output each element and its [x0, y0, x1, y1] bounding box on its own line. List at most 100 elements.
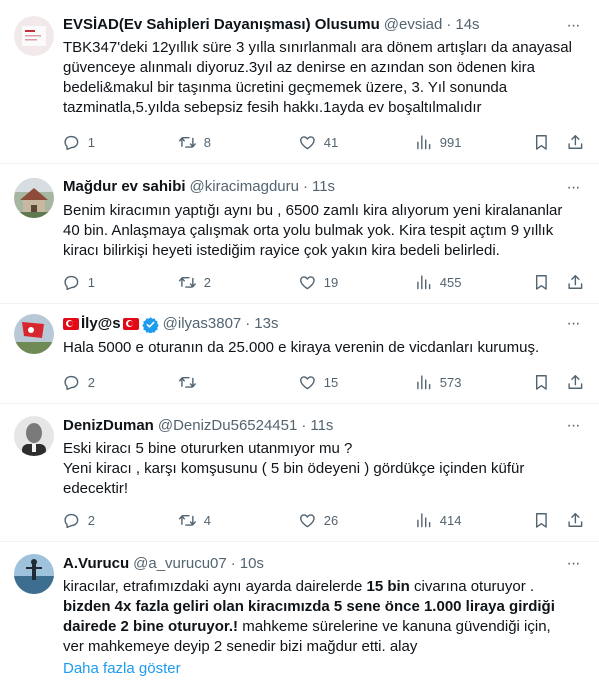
author-handle[interactable]: @ilyas3807: [163, 314, 242, 334]
text-segment: mahkeme sürelerine ve kanuna güvendiği i…: [238, 618, 551, 635]
more-icon[interactable]: ···: [563, 16, 583, 36]
reply-button[interactable]: 1: [62, 132, 95, 152]
separator: ·: [301, 417, 307, 434]
more-icon[interactable]: ···: [563, 178, 583, 198]
like-icon: [300, 375, 315, 389]
avatar[interactable]: [14, 554, 54, 594]
bookmark-button[interactable]: [532, 132, 551, 152]
share-icon: [568, 134, 583, 149]
author-handle[interactable]: @DenizDu56524451: [158, 416, 298, 436]
author-name[interactable]: Mağdur ev sahibi: [63, 177, 186, 197]
avatar[interactable]: [14, 314, 54, 354]
tweet-text: TBK347'deki 12yıllık süre 3 yılla sınırl…: [63, 38, 588, 118]
retweet-button[interactable]: 2: [178, 272, 211, 292]
tweet[interactable]: A.Vurucu @a_vurucu07 · 10s ··· kiracılar…: [0, 542, 599, 688]
author-handle[interactable]: @a_vurucu07: [133, 554, 227, 574]
tweet[interactable]: İly@s @ilyas3807 · 13s ··· Hala 5000 e o…: [0, 304, 599, 404]
like-button[interactable]: 26: [298, 510, 338, 530]
retweet-button[interactable]: [178, 372, 204, 392]
tweet[interactable]: Mağdur ev sahibi @kiracimagduru · 11s ··…: [0, 164, 599, 304]
tweet-text-line: ver mahkemeye deyip 2 senedir bizi mağdu…: [63, 638, 418, 655]
verified-badge-icon[interactable]: [141, 316, 159, 333]
reply-button[interactable]: 1: [62, 272, 95, 292]
tweet-text: kiracılar, etrafımızdaki aynı ayarda dai…: [63, 577, 588, 679]
reply-icon: [64, 513, 79, 528]
retweet-count: 8: [203, 134, 211, 150]
author-handle[interactable]: @kiracimagduru: [190, 177, 299, 197]
timeline-feed: EVSİAD(Ev Sahipleri Dayanışması) Olusumu…: [0, 0, 599, 688]
tweet-text-line: TBK347'deki 12yıllık süre 3 yılla sınırl…: [63, 39, 572, 56]
bookmark-icon: [535, 374, 547, 390]
separator: ·: [245, 315, 251, 332]
tweet-text-line: Eski kiracı 5 bine otururken utanmıyor m…: [63, 440, 353, 457]
more-icon[interactable]: ···: [563, 554, 583, 574]
author-name[interactable]: İly@s: [81, 314, 121, 334]
more-icon[interactable]: ···: [563, 416, 583, 436]
tweet-text: Benim kiracımın yaptığı aynı bu , 6500 z…: [63, 201, 588, 261]
author-name[interactable]: DenizDuman: [63, 416, 154, 436]
like-count: 41: [323, 134, 339, 150]
tweet-text-line: kiracılar, etrafımızdaki aynı ayarda dai…: [63, 577, 588, 597]
views-button[interactable]: 455: [414, 272, 461, 292]
retweet-count: 4: [203, 512, 211, 528]
retweet-button[interactable]: 4: [178, 510, 211, 530]
views-button[interactable]: 414: [414, 510, 461, 530]
views-button[interactable]: 573: [414, 372, 461, 392]
bookmark-icon: [535, 274, 547, 290]
like-button[interactable]: 15: [298, 372, 338, 392]
author-name[interactable]: EVSİAD(Ev Sahipleri Dayanışması) Olusumu: [63, 15, 380, 35]
like-count: 19: [323, 274, 339, 290]
reply-button[interactable]: 2: [62, 372, 95, 392]
text-segment: kiracılar, etrafımızdaki aynı ayarda dai…: [63, 578, 367, 595]
share-icon: [568, 374, 583, 389]
view-count: 573: [439, 374, 462, 390]
share-icon: [568, 512, 583, 527]
tweet-text-line: bizden 4x fazla geliri olan kiracımızda …: [63, 597, 588, 617]
avatar[interactable]: [14, 16, 54, 56]
tweet[interactable]: DenizDuman @DenizDu56524451 · 11s ··· Es…: [0, 404, 599, 542]
author-handle[interactable]: @evsiad: [384, 15, 443, 35]
tweet-text: Eski kiracı 5 bine otururken utanmıyor m…: [63, 439, 588, 499]
share-button[interactable]: [566, 272, 585, 292]
tweet-text-line: 40 bin. Anlaşmaya çalışmak orta yolu bul…: [63, 222, 554, 239]
like-icon: [300, 135, 315, 149]
retweet-icon: [178, 276, 196, 288]
action-bar: 1 2 19 455: [62, 272, 587, 292]
timestamp[interactable]: 13s: [254, 314, 278, 334]
views-button[interactable]: 991: [414, 132, 461, 152]
timestamp[interactable]: 11s: [310, 416, 333, 436]
avatar[interactable]: [14, 178, 54, 218]
tweet-text-line: bedeli&makul bir taşınma ücretini geçmem…: [63, 79, 508, 96]
share-button[interactable]: [566, 510, 585, 530]
view-count: 991: [439, 134, 462, 150]
bookmark-button[interactable]: [532, 272, 551, 292]
text-bold-segment: 15 bin: [366, 578, 410, 595]
show-more-link[interactable]: Daha fazla göster: [63, 659, 588, 679]
timestamp[interactable]: 11s: [312, 177, 335, 197]
share-button[interactable]: [566, 372, 585, 392]
views-icon: [417, 513, 431, 527]
tweet[interactable]: EVSİAD(Ev Sahipleri Dayanışması) Olusumu…: [0, 0, 599, 164]
like-button[interactable]: 19: [298, 272, 338, 292]
timestamp[interactable]: 14s: [455, 15, 479, 35]
reply-button[interactable]: 2: [62, 510, 95, 530]
like-button[interactable]: 41: [298, 132, 338, 152]
bookmark-icon: [535, 134, 547, 150]
bookmark-button[interactable]: [532, 510, 551, 530]
more-icon[interactable]: ···: [563, 314, 583, 334]
bookmark-button[interactable]: [532, 372, 551, 392]
author-name[interactable]: A.Vurucu: [63, 554, 129, 574]
share-button[interactable]: [566, 132, 585, 152]
separator: ·: [446, 16, 452, 33]
reply-count: 1: [87, 274, 95, 290]
retweet-button[interactable]: 8: [178, 132, 211, 152]
timestamp[interactable]: 10s: [240, 554, 264, 574]
views-icon: [417, 275, 431, 289]
text-segment: civarına oturuyor .: [409, 578, 535, 595]
tweet-text-line: kiracı bilirkişi heyeti istediğim rayice…: [63, 242, 500, 259]
tweet-text-line: güvenceye alınmalı diyoruz.3yıl az denir…: [63, 59, 535, 76]
tweet-text-line: tazminatla,5.yılda sebepsiz fesih hakkı.…: [63, 99, 482, 116]
text-bold-segment: dairede 2 bine oturuyor.!: [63, 618, 239, 635]
avatar[interactable]: [14, 416, 54, 456]
tweet-text-line: edecektir!: [63, 480, 129, 497]
